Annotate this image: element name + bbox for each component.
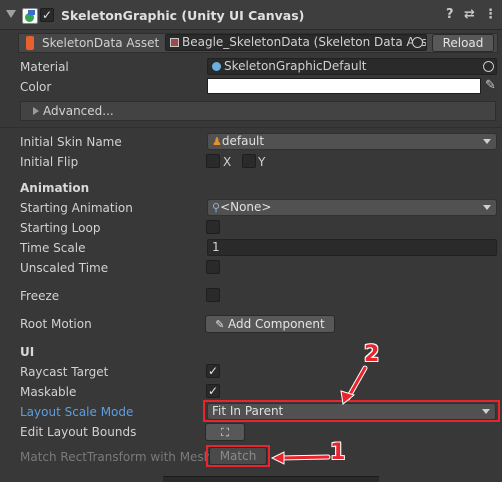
callout-arrow-1 bbox=[278, 455, 330, 460]
callout-arrows bbox=[270, 365, 368, 465]
arrowhead-1 bbox=[270, 451, 285, 465]
callout-number-1: 1 bbox=[330, 440, 346, 465]
callout-number-2: 2 bbox=[364, 342, 380, 367]
